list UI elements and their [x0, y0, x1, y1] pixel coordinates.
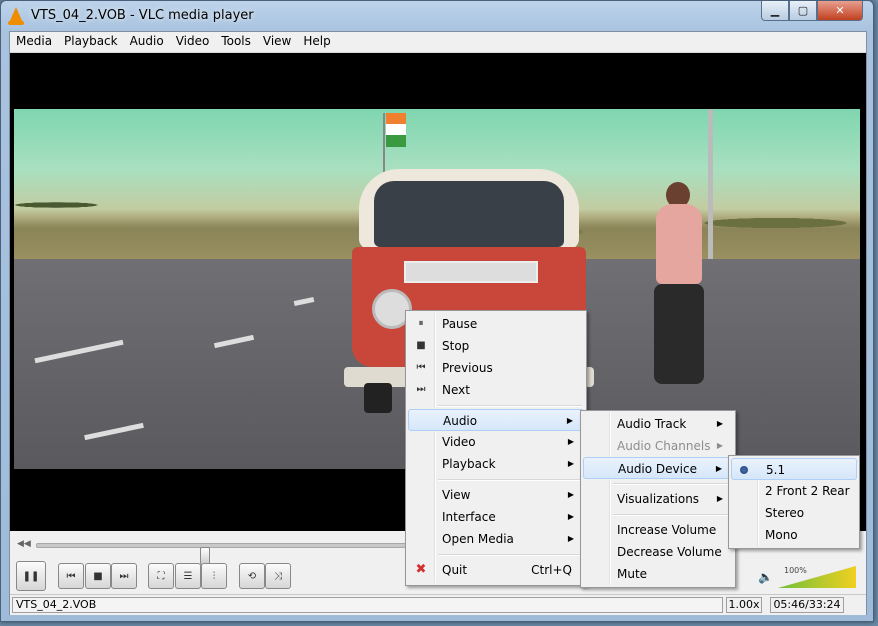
menu-item-previous[interactable]: ⏮ Previous — [408, 357, 584, 379]
menu-video[interactable]: Video — [170, 32, 216, 52]
menu-item-label: Quit — [442, 563, 468, 577]
menu-view[interactable]: View — [257, 32, 297, 52]
motorcyclist-image — [634, 182, 724, 384]
menu-item-label: Open Media — [442, 532, 514, 546]
submenu-arrow-icon: ▶ — [715, 464, 722, 473]
loop-button[interactable]: ⟲ — [239, 563, 265, 589]
menu-item-increase-volume[interactable]: Increase Volume — [583, 519, 733, 541]
flag-image — [386, 113, 406, 147]
menu-item-label: Video — [442, 435, 476, 449]
stop-icon: ■ — [416, 340, 426, 351]
submenu-arrow-icon: ▶ — [567, 459, 574, 468]
extended-settings-button[interactable]: ⫶ — [201, 563, 227, 589]
minimize-button[interactable]: ▁ — [761, 1, 789, 21]
menu-item-open-media[interactable]: Open Media ▶ — [408, 528, 584, 550]
menu-item-label: Interface — [442, 510, 496, 524]
menu-item-device-stereo[interactable]: Stereo — [731, 502, 857, 524]
menu-item-label: Previous — [442, 361, 493, 375]
menu-media[interactable]: Media — [10, 32, 58, 52]
playlist-button[interactable]: ☰ — [175, 563, 201, 589]
menu-item-audio-device[interactable]: Audio Device ▶ — [583, 457, 733, 479]
menu-help[interactable]: Help — [297, 32, 336, 52]
speaker-icon[interactable]: 🔈 — [758, 570, 773, 584]
vlc-cone-icon — [8, 7, 24, 25]
close-button[interactable]: ✕ — [817, 1, 863, 21]
menu-item-label: Decrease Volume — [617, 545, 722, 559]
time-display[interactable]: 05:46/33:24 — [770, 597, 844, 613]
submenu-arrow-icon: ▶ — [567, 512, 574, 521]
audio-device-submenu: 5.1 2 Front 2 Rear Stereo Mono — [728, 455, 860, 549]
menu-item-label: Stereo — [765, 506, 805, 520]
menu-item-decrease-volume[interactable]: Decrease Volume — [583, 541, 733, 563]
menu-item-stop[interactable]: ■ Stop — [408, 335, 584, 357]
menu-item-audio-channels: Audio Channels ▶ — [583, 435, 733, 457]
pause-button[interactable]: ❚❚ — [16, 561, 46, 591]
submenu-arrow-icon: ▶ — [567, 534, 574, 543]
random-button[interactable]: ⤨ — [265, 563, 291, 589]
menu-item-audio-track[interactable]: Audio Track ▶ — [583, 413, 733, 435]
menu-item-label: Audio Device — [618, 462, 697, 476]
maximize-button[interactable]: ▢ — [789, 1, 817, 21]
volume-slider[interactable]: 100% — [778, 566, 856, 588]
menu-item-label: View — [442, 488, 471, 502]
rewind-icon[interactable]: ◀◀ — [17, 539, 31, 549]
menu-item-label: Audio Channels — [617, 439, 711, 453]
menu-item-label: Visualizations — [617, 492, 700, 506]
menu-item-mute[interactable]: Mute — [583, 563, 733, 585]
menu-playback[interactable]: Playback — [58, 32, 124, 52]
menu-item-quit[interactable]: ✖ Quit Ctrl+Q — [408, 559, 584, 581]
seek-slider[interactable] — [36, 543, 418, 565]
menu-item-video[interactable]: Video ▶ — [408, 431, 584, 453]
previous-icon: ⏮ — [416, 362, 426, 373]
status-bar: VTS_04_2.VOB 1.00x 05:46/33:24 — [10, 594, 866, 615]
menu-item-device-mono[interactable]: Mono — [731, 524, 857, 546]
menu-item-next[interactable]: ⏭ Next — [408, 379, 584, 401]
pause-icon: ⏸ — [418, 318, 424, 329]
menu-item-view[interactable]: View ▶ — [408, 484, 584, 506]
window-title: VTS_04_2.VOB - VLC media player — [31, 8, 254, 23]
quit-icon: ✖ — [415, 562, 427, 577]
menu-item-interface[interactable]: Interface ▶ — [408, 506, 584, 528]
status-filename: VTS_04_2.VOB — [12, 597, 723, 613]
next-button[interactable]: ⏭ — [111, 563, 137, 589]
menu-item-label: Mute — [617, 567, 648, 581]
menu-item-label: 5.1 — [766, 463, 786, 477]
menu-item-label: Pause — [442, 317, 478, 331]
menu-item-audio[interactable]: Audio ▶ — [408, 409, 584, 431]
radio-selected-icon — [740, 466, 748, 474]
playback-speed[interactable]: 1.00x — [726, 597, 762, 613]
menu-audio[interactable]: Audio — [124, 32, 170, 52]
context-menu: ⏸ Pause ■ Stop ⏮ Previous ⏭ Next Audio ▶… — [405, 310, 587, 586]
menu-item-device-5-1[interactable]: 5.1 — [731, 458, 857, 480]
submenu-arrow-icon: ▶ — [567, 437, 574, 446]
submenu-arrow-icon: ▶ — [566, 416, 573, 425]
menu-item-label: Increase Volume — [617, 523, 717, 537]
volume-label: 100% — [784, 566, 807, 575]
submenu-arrow-icon: ▶ — [716, 419, 723, 428]
submenu-arrow-icon: ▶ — [567, 490, 574, 499]
next-icon: ⏭ — [416, 384, 426, 395]
menu-bar: Media Playback Audio Video Tools View He… — [10, 32, 866, 53]
menu-item-label: Mono — [765, 528, 798, 542]
menu-item-label: Playback — [442, 457, 496, 471]
menu-tools[interactable]: Tools — [215, 32, 257, 52]
menu-item-pause[interactable]: ⏸ Pause — [408, 313, 584, 335]
menu-item-playback[interactable]: Playback ▶ — [408, 453, 584, 475]
quit-shortcut: Ctrl+Q — [531, 563, 572, 577]
audio-submenu: Audio Track ▶ Audio Channels ▶ Audio Dev… — [580, 410, 736, 588]
menu-item-device-2-front-2-rear[interactable]: 2 Front 2 Rear — [731, 480, 857, 502]
submenu-arrow-icon: ▶ — [716, 441, 723, 450]
fullscreen-button[interactable]: ⛶ — [148, 563, 174, 589]
menu-item-label: 2 Front 2 Rear — [765, 484, 850, 498]
title-bar[interactable]: VTS_04_2.VOB - VLC media player ▁ ▢ ✕ — [1, 1, 873, 31]
menu-item-label: Stop — [442, 339, 470, 353]
menu-item-label: Audio — [443, 414, 478, 428]
stop-button[interactable]: ■ — [85, 563, 111, 589]
previous-button[interactable]: ⏮ — [58, 563, 84, 589]
menu-item-visualizations[interactable]: Visualizations ▶ — [583, 488, 733, 510]
submenu-arrow-icon: ▶ — [716, 494, 723, 503]
menu-item-label: Audio Track — [617, 417, 687, 431]
menu-item-label: Next — [442, 383, 470, 397]
